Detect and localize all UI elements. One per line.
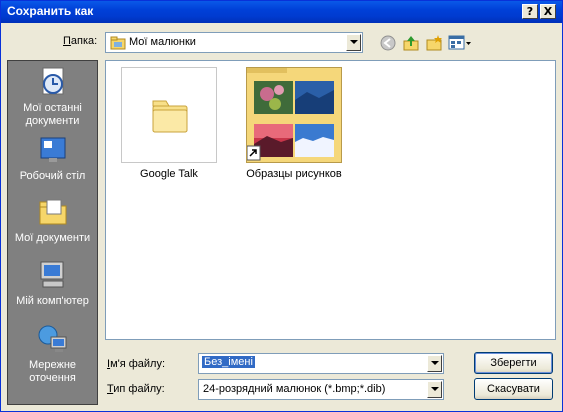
my-computer-icon	[40, 261, 63, 288]
look-in-dropdown[interactable]: Мої малюнки	[105, 32, 363, 53]
filename-input[interactable]: Без_імені	[198, 353, 444, 374]
place-label: Мої останні документи	[23, 102, 82, 127]
save-button[interactable]: Зберегти	[474, 352, 553, 374]
place-desktop[interactable]: Робочий стіл	[8, 134, 97, 183]
place-label: Робочий стіл	[19, 170, 86, 182]
chevron-down-icon[interactable]	[427, 355, 442, 372]
back-icon[interactable]	[379, 34, 397, 52]
place-recent-documents[interactable]: Мої останні документи	[8, 66, 97, 128]
folder-icon	[121, 67, 217, 163]
filename-value: Без_імені	[202, 356, 255, 368]
my-documents-icon	[39, 199, 66, 225]
item-label: Образцы рисунков	[246, 168, 342, 180]
list-item[interactable]: Образцы рисунков	[239, 67, 349, 180]
window-title: Сохранить как	[7, 4, 94, 18]
save-as-dialog: Сохранить как ? X Папка: Мої малюнки Мої…	[0, 0, 563, 412]
help-button[interactable]: ?	[522, 4, 538, 19]
place-label: Мій комп'ютер	[16, 295, 89, 307]
filetype-dropdown[interactable]: 24-розрядний малюнок (*.bmp;*.dib)	[198, 379, 444, 400]
close-button[interactable]: X	[540, 4, 556, 19]
place-label: Мої документи	[14, 232, 91, 244]
chevron-down-icon[interactable]	[427, 381, 442, 398]
filetype-label: Тип файлу:	[107, 383, 165, 395]
look-in-label: Папка:	[63, 35, 98, 47]
look-in-value: Мої малюнки	[129, 36, 196, 48]
folder-small-icon	[110, 36, 126, 53]
recent-documents-icon	[42, 67, 63, 95]
place-label: Мережне оточення	[28, 359, 77, 384]
network-icon	[38, 325, 66, 352]
filename-label: Ім'я файлу:	[107, 358, 166, 370]
up-folder-icon[interactable]	[402, 34, 420, 52]
place-my-documents[interactable]: Мої документи	[8, 196, 97, 245]
cancel-button[interactable]: Скасувати	[474, 378, 553, 400]
places-bar: Мої останні документи Робочий стіл Мої д…	[7, 60, 98, 405]
chevron-down-icon[interactable]	[346, 34, 361, 51]
list-item[interactable]: Google Talk	[114, 67, 224, 180]
file-list[interactable]: Google Talk Образцы рисунков	[105, 60, 556, 340]
image-folder-thumbnail	[246, 67, 342, 163]
new-folder-icon[interactable]	[425, 34, 443, 52]
place-my-computer[interactable]: Мій комп'ютер	[8, 259, 97, 308]
item-label: Google Talk	[140, 168, 198, 180]
filetype-value: 24-розрядний малюнок (*.bmp;*.dib)	[203, 383, 386, 395]
place-network[interactable]: Мережне оточення	[8, 323, 97, 385]
view-menu-icon[interactable]	[448, 34, 472, 52]
desktop-icon	[40, 137, 65, 162]
title-bar[interactable]: Сохранить как ? X	[1, 1, 562, 23]
